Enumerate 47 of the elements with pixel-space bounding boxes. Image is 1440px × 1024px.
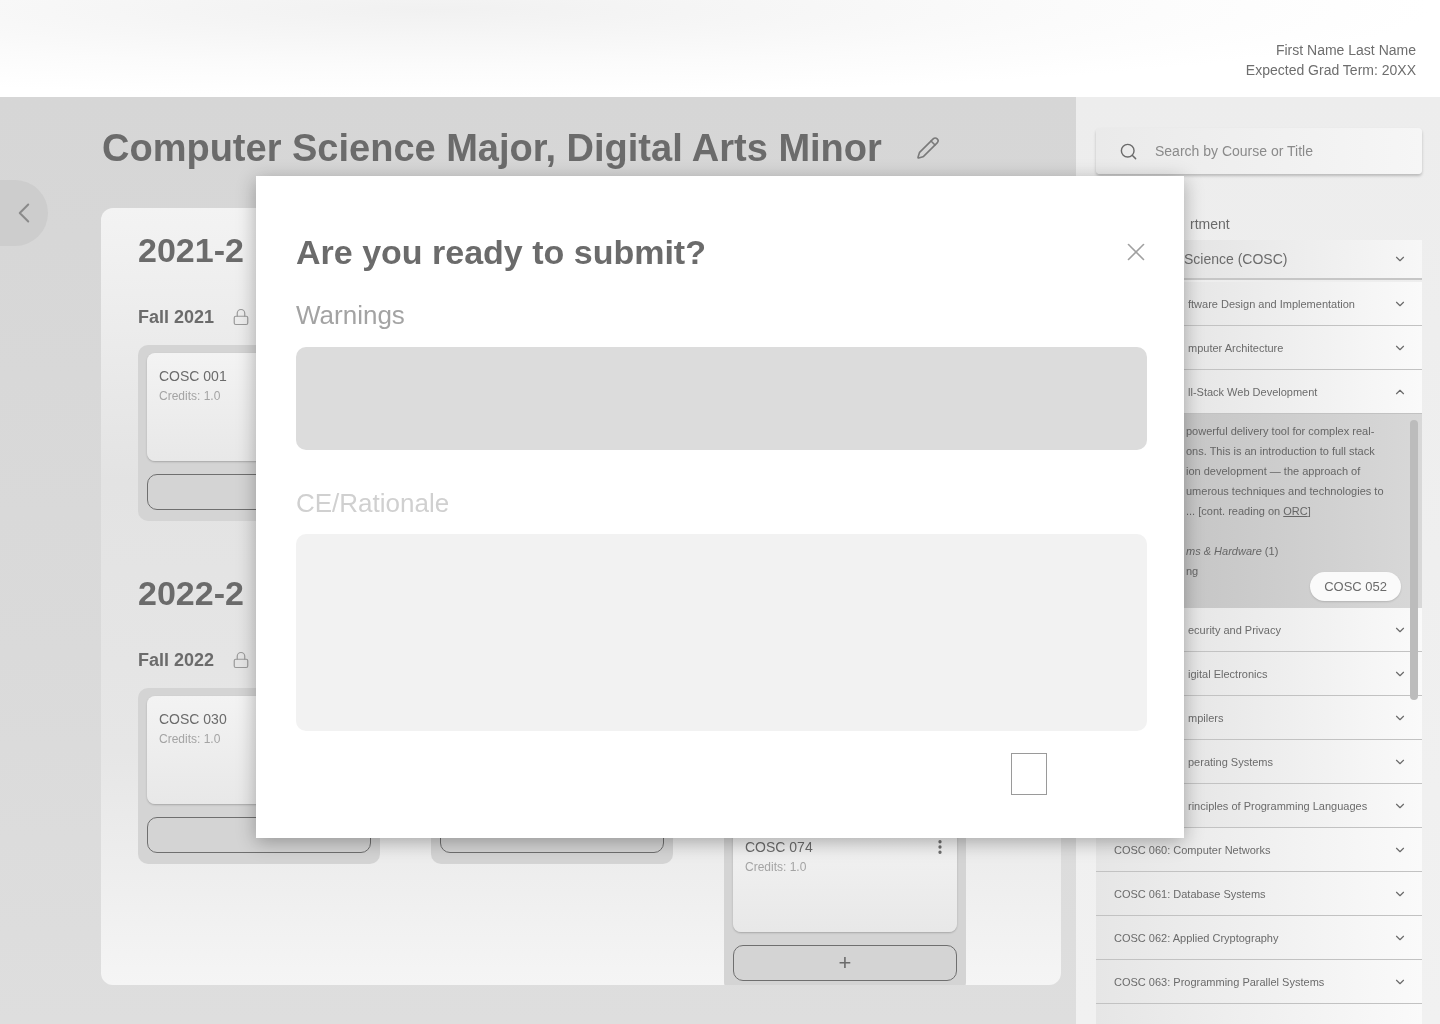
credits-text: Credits: 1.0 — [159, 731, 221, 747]
department-label: rtment — [1190, 215, 1230, 234]
blank-button[interactable] — [1011, 753, 1047, 795]
course-row[interactable]: ftware Design and Implementation — [1184, 282, 1422, 326]
reading-link[interactable]: ORC — [1283, 505, 1308, 517]
course-row[interactable]: ecurity and Privacy — [1184, 608, 1422, 652]
course-row[interactable]: igital Electronics — [1184, 652, 1422, 696]
term-text: ng — [1186, 564, 1199, 579]
course-row[interactable]: COSC 062: Applied Cryptography — [1096, 916, 1422, 960]
search-input[interactable]: Search by Course or Title — [1155, 128, 1422, 174]
description-line: umerous techniques and technologies to — [1186, 484, 1384, 499]
course-row[interactable]: perating Systems — [1184, 740, 1422, 784]
scrollbar[interactable] — [1410, 420, 1418, 700]
back-button[interactable] — [0, 180, 48, 246]
course-code: COSC 001 — [159, 367, 227, 385]
description-line: ons. This is an introduction to full stack — [1186, 444, 1375, 459]
semester-title: Fall 2022 — [138, 649, 215, 671]
edit-button[interactable] — [915, 136, 940, 160]
search-icon — [1119, 141, 1138, 161]
year-title: 2022-2 — [138, 573, 244, 613]
course-row[interactable]: mpilers — [1184, 696, 1422, 740]
course-row[interactable]: COSC 060: Computer Networks — [1096, 828, 1422, 872]
plan-title: Computer Science Major, Digital Arts Minor — [102, 126, 882, 170]
semester-title: Fall 2021 — [138, 306, 215, 328]
description-line: powerful delivery tool for complex real- — [1186, 424, 1375, 439]
course-row[interactable]: COSC 063: Programming Parallel Systems — [1096, 960, 1422, 1004]
course-row[interactable]: mputer Architecture — [1184, 326, 1422, 370]
modal-title: Are you ready to submit? — [296, 232, 706, 272]
warnings-label: Warnings — [296, 301, 405, 329]
credits-text: Credits: 1.0 — [159, 388, 221, 404]
course-code: COSC 074 — [745, 838, 813, 856]
category-text: ms & Hardware (1) — [1186, 544, 1279, 559]
course-row[interactable]: ll-Stack Web Development — [1184, 370, 1422, 414]
year-title: 2021-2 — [138, 230, 244, 270]
description-line: ... [cont. reading on ORC] — [1186, 504, 1311, 519]
description-line: ion development — the approach of — [1186, 464, 1361, 479]
course-row[interactable]: COSC 061: Database Systems — [1096, 872, 1422, 916]
department-select[interactable]: Science (COSC) — [1184, 240, 1422, 280]
grad-term: Expected Grad Term: 20XX — [1245, 61, 1416, 80]
course-row[interactable]: rinciples of Programming Languages — [1184, 784, 1422, 828]
user-name: First Name Last Name — [1275, 41, 1416, 60]
credits-text: Credits: 1.0 — [745, 859, 807, 875]
add-course-button[interactable]: + — [733, 945, 957, 981]
pencil-icon — [915, 136, 940, 160]
search-field[interactable]: Search by Course or Title — [1096, 128, 1422, 174]
course-chip[interactable]: COSC 052 — [1310, 572, 1401, 601]
course-code: COSC 030 — [159, 710, 227, 728]
